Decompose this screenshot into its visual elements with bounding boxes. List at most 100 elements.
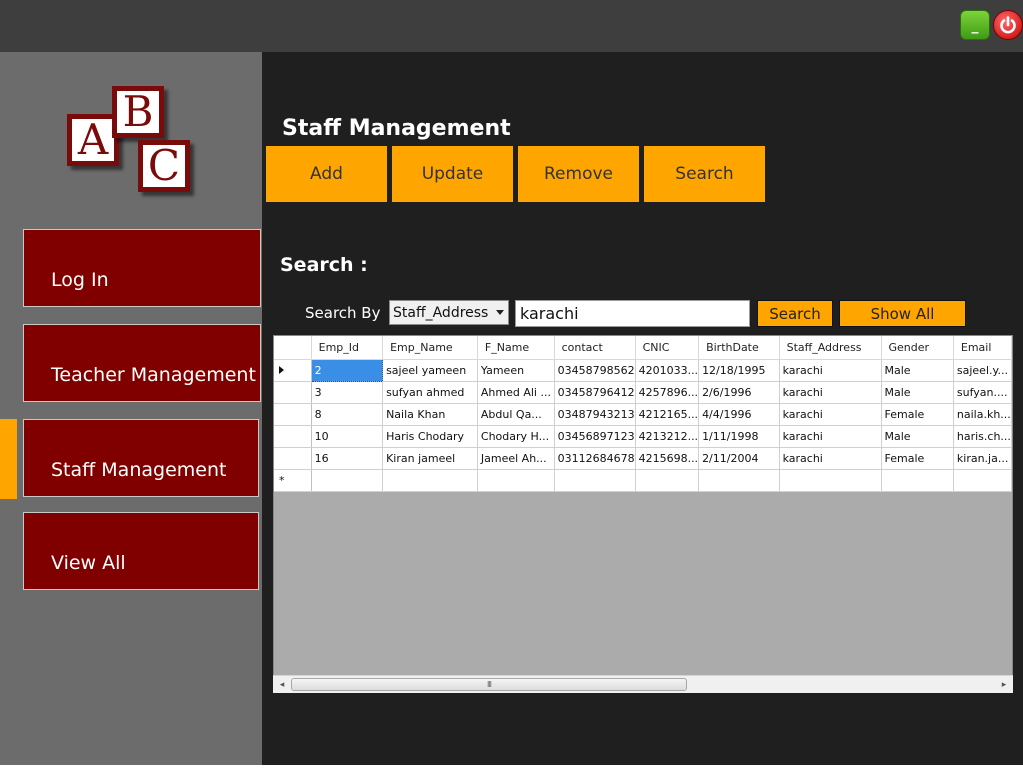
table-cell[interactable]	[698, 469, 780, 492]
table-cell[interactable]: Female	[881, 447, 954, 470]
remove-button[interactable]: Remove	[518, 146, 639, 202]
table-cell[interactable]	[635, 469, 700, 492]
table-cell[interactable]: 8	[311, 403, 384, 426]
table-cell[interactable]: Yameen	[477, 359, 555, 382]
table-cell[interactable]	[779, 469, 882, 492]
table-row[interactable]: 8 Naila Khan Abdul Qa... 03487943213 421…	[274, 403, 1012, 426]
table-cell[interactable]	[881, 469, 954, 492]
search-button[interactable]: Search	[757, 300, 833, 327]
sidebar-item-teacher-management[interactable]: Teacher Management	[23, 324, 261, 402]
table-cell[interactable]: 10	[311, 425, 384, 448]
close-button[interactable]	[993, 10, 1023, 40]
horizontal-scrollbar[interactable]: ◂ III ▸	[273, 675, 1013, 693]
table-cell[interactable]	[953, 469, 1012, 492]
table-cell[interactable]: 03458796412	[554, 381, 636, 404]
table-cell[interactable]: 2/11/2004	[698, 447, 780, 470]
column-header[interactable]: Staff_Address	[779, 336, 882, 360]
search-tab-button[interactable]: Search	[644, 146, 765, 202]
table-cell[interactable]: Male	[881, 381, 954, 404]
sidebar-item-staff-management[interactable]: Staff Management	[23, 419, 259, 497]
power-icon	[1000, 16, 1016, 34]
table-cell[interactable]: 16	[311, 447, 384, 470]
table-cell[interactable]: sajeel.y...	[953, 359, 1012, 382]
page-title: Staff Management	[282, 116, 511, 141]
table-cell[interactable]: 03487943213	[554, 403, 636, 426]
scroll-left-icon[interactable]: ◂	[273, 676, 291, 694]
column-header[interactable]: Gender	[881, 336, 954, 360]
column-header[interactable]: Email	[953, 336, 1012, 360]
sidebar-item-view-all[interactable]: View All	[23, 512, 259, 590]
table-cell[interactable]: karachi	[779, 359, 882, 382]
table-cell[interactable]: karachi	[779, 403, 882, 426]
sidebar-item-log-in[interactable]: Log In	[23, 229, 261, 307]
table-row[interactable]: 16 Kiran jameel Jameel Ah... 03112684678…	[274, 447, 1012, 470]
search-input[interactable]	[515, 300, 750, 327]
table-row[interactable]: 3 sufyan ahmed Ahmed Ali ... 03458796412…	[274, 381, 1012, 404]
table-cell[interactable]: Chodary H...	[477, 425, 555, 448]
search-by-select[interactable]: Staff_Address	[389, 300, 509, 325]
table-row[interactable]: 10 Haris Chodary Chodary H... 0345689712…	[274, 425, 1012, 448]
table-cell[interactable]	[382, 469, 478, 492]
sidebar-item-label: View All	[51, 552, 126, 574]
staff-grid[interactable]: Emp_Id Emp_Name F_Name contact CNIC Birt…	[273, 335, 1013, 693]
table-cell[interactable]: Male	[881, 425, 954, 448]
column-header[interactable]: CNIC	[635, 336, 700, 360]
table-cell[interactable]: 4215698...	[635, 447, 700, 470]
row-header[interactable]	[274, 425, 312, 448]
column-header[interactable]: BirthDate	[698, 336, 780, 360]
table-cell[interactable]: Naila Khan	[382, 403, 478, 426]
table-cell[interactable]: 4213212...	[635, 425, 700, 448]
table-cell[interactable]: Jameel Ah...	[477, 447, 555, 470]
table-cell[interactable]: 4/4/1996	[698, 403, 780, 426]
scroll-right-icon[interactable]: ▸	[995, 676, 1013, 694]
show-all-button[interactable]: Show All	[839, 300, 966, 327]
add-button[interactable]: Add	[266, 146, 387, 202]
table-cell[interactable]: 03112684678	[554, 447, 636, 470]
table-cell[interactable]: sufyan ahmed	[382, 381, 478, 404]
column-header[interactable]: Emp_Id	[311, 336, 384, 360]
table-cell[interactable]: kiran.ja...	[953, 447, 1012, 470]
table-cell[interactable]: naila.kh...	[953, 403, 1012, 426]
row-header[interactable]	[274, 381, 312, 404]
new-row[interactable]: *	[274, 469, 1012, 492]
minimize-icon: _	[971, 18, 979, 34]
table-cell[interactable]: 4201033...	[635, 359, 700, 382]
table-cell[interactable]: 3	[311, 381, 384, 404]
table-cell[interactable]: haris.ch...	[953, 425, 1012, 448]
minimize-button[interactable]: _	[960, 10, 990, 40]
table-cell[interactable]: 03456897123	[554, 425, 636, 448]
table-cell[interactable]	[554, 469, 636, 492]
sidebar-item-label: Log In	[51, 269, 109, 291]
row-header[interactable]	[274, 359, 312, 382]
table-row[interactable]: 2 sajeel yameen Yameen 03458798562 42010…	[274, 358, 1012, 382]
row-header[interactable]	[274, 403, 312, 426]
table-cell[interactable]: 03458798562	[554, 359, 636, 382]
row-header-corner	[274, 336, 312, 360]
table-cell[interactable]: Abdul Qa...	[477, 403, 555, 426]
scrollbar-thumb[interactable]: III	[291, 678, 687, 691]
table-cell[interactable]: 1/11/1998	[698, 425, 780, 448]
table-cell[interactable]: karachi	[779, 425, 882, 448]
table-cell[interactable]: 4212165...	[635, 403, 700, 426]
table-cell[interactable]: Ahmed Ali ...	[477, 381, 555, 404]
table-cell[interactable]: Haris Chodary	[382, 425, 478, 448]
column-header[interactable]: Emp_Name	[382, 336, 478, 360]
table-cell[interactable]	[311, 469, 384, 492]
table-cell[interactable]: 4257896...	[635, 381, 700, 404]
table-cell[interactable]: Female	[881, 403, 954, 426]
column-header[interactable]: F_Name	[477, 336, 555, 360]
table-cell[interactable]: Kiran jameel	[382, 447, 478, 470]
column-header[interactable]: contact	[554, 336, 636, 360]
table-cell[interactable]: Male	[881, 359, 954, 382]
table-cell[interactable]: sufyan....	[953, 381, 1012, 404]
row-header[interactable]	[274, 447, 312, 470]
table-cell[interactable]: 2/6/1996	[698, 381, 780, 404]
table-cell[interactable]: karachi	[779, 447, 882, 470]
table-cell[interactable]	[477, 469, 555, 492]
table-cell[interactable]: 12/18/1995	[698, 359, 780, 382]
table-cell[interactable]: karachi	[779, 381, 882, 404]
update-button[interactable]: Update	[392, 146, 513, 202]
search-by-label: Search By	[305, 304, 381, 322]
table-cell[interactable]: 2	[310, 358, 384, 382]
table-cell[interactable]: sajeel yameen	[382, 359, 478, 382]
